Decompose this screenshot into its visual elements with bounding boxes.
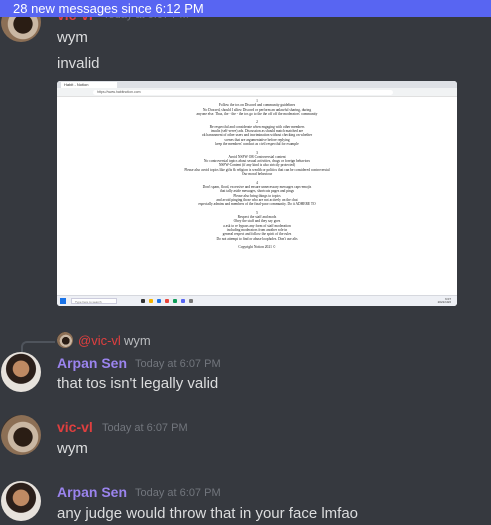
reply-preview-text[interactable]: wym [124, 333, 151, 348]
attachment-image[interactable]: Habit - Notion https://www.habitnotion.c… [57, 81, 457, 306]
reply-avatar [57, 332, 73, 348]
taskbar-app-icon [141, 299, 145, 303]
document-body: 1 Follow the tos on Discord and community… [117, 99, 397, 249]
document-line: Copyright Notion 2021 © [238, 245, 276, 250]
system-tray-clock: 6:07 2021/10/2 [437, 297, 451, 304]
taskbar-app-icon [181, 299, 185, 303]
timestamp: Today at 6:07 PM [135, 487, 221, 499]
taskbar-search: Type here to search [71, 298, 117, 304]
username[interactable]: vic-vl [57, 419, 93, 435]
avatar[interactable] [1, 352, 41, 392]
message-text: wym [57, 440, 88, 457]
new-messages-banner[interactable]: 28 new messages since 6:12 PM [0, 0, 491, 17]
taskbar-app-icon [165, 299, 169, 303]
avatar[interactable] [1, 415, 41, 455]
message-text: invalid [57, 55, 100, 72]
message-text: any judge would throw that in your face … [57, 505, 359, 522]
timestamp: Today at 6:07 PM [102, 422, 188, 434]
timestamp: Today at 6:07 PM [135, 358, 221, 370]
taskbar-app-icon [157, 299, 161, 303]
username[interactable]: Arpan Sen [57, 484, 127, 500]
browser-tab-strip: Habit - Notion [57, 81, 457, 88]
windows-start-icon [60, 298, 66, 304]
avatar[interactable] [1, 481, 41, 521]
taskbar-app-icon [189, 299, 193, 303]
windows-taskbar: Type here to search 6:07 2021/10/2 [57, 295, 457, 306]
message-text: wym [57, 29, 88, 46]
browser-address-bar: https://www.habitnotion.com [93, 90, 393, 95]
taskbar-app-icon [173, 299, 177, 303]
taskbar-app-icon [149, 299, 153, 303]
reply-author[interactable]: @vic-vl [78, 333, 121, 348]
message-text: that tos isn't legally valid [57, 375, 219, 392]
username[interactable]: Arpan Sen [57, 355, 127, 371]
